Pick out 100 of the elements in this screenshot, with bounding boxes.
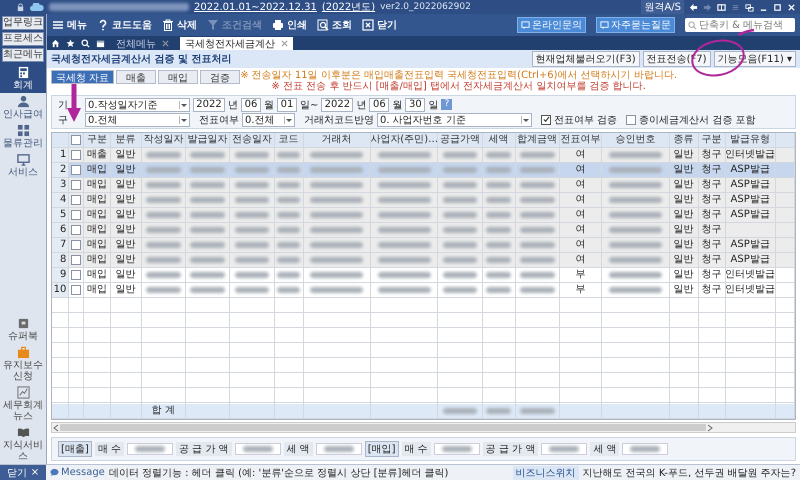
row-checkbox[interactable]	[71, 210, 82, 220]
type-dropdown[interactable]: 0.전체	[85, 112, 190, 126]
year-field[interactable]: 2022	[321, 98, 354, 112]
column-header[interactable]: 발급일자	[186, 133, 230, 147]
row-number: 8	[52, 253, 70, 267]
row-checkbox[interactable]	[71, 225, 82, 235]
toolbar-button[interactable]: 메뉴	[52, 18, 87, 32]
sub-tab[interactable]: 국세청 자료	[51, 70, 114, 84]
tab[interactable]: 전체메뉴	[111, 37, 174, 50]
redacted-text	[486, 287, 512, 293]
back-arrow-icon[interactable]	[689, 2, 698, 12]
row-checkbox[interactable]	[71, 285, 82, 295]
sidebar-item[interactable]: 서비스	[0, 151, 46, 180]
column-header[interactable]: 거래처	[304, 133, 371, 147]
sidebar-item[interactable]: 슈퍼북	[0, 315, 46, 344]
column-header[interactable]: 사업자(주민)…	[370, 133, 438, 147]
sidebar-item[interactable]: 회계	[0, 64, 46, 93]
sub-tab[interactable]: 매출	[116, 70, 156, 84]
support-button[interactable]: 온라인문의	[517, 17, 586, 33]
tab[interactable]: 국세청전자세금계산	[180, 37, 293, 50]
sidebar-item[interactable]: 인사급여	[0, 93, 46, 122]
column-header[interactable]: 분류	[110, 133, 142, 147]
column-header[interactable]: 전표여부	[560, 133, 602, 147]
row-checkbox[interactable]	[71, 165, 82, 175]
column-header[interactable]: 공급가액	[438, 133, 483, 147]
maximize-icon[interactable]	[773, 2, 782, 12]
toolbar-button[interactable]: 인쇄	[272, 18, 307, 32]
redacted-text	[442, 446, 472, 452]
layout-icon[interactable]	[717, 2, 726, 12]
search-field[interactable]: 단축키 & 메뉴검색	[685, 18, 795, 32]
sub-tab[interactable]: 검증	[200, 70, 240, 84]
column-header[interactable]: 발급유형	[726, 133, 776, 147]
filter-label: 기	[58, 98, 69, 112]
column-header[interactable]: 작성일자	[142, 133, 186, 147]
checkbox[interactable]	[626, 114, 636, 124]
home-icon[interactable]	[51, 39, 60, 48]
function-button[interactable]: 현재업체불러오기(F3)	[532, 51, 640, 67]
table-row[interactable]: 3 매입 일반 여 일반 청구 ASP발급	[52, 178, 795, 193]
sub-tab[interactable]: 매입	[158, 70, 198, 84]
table-row[interactable]: 8 매입 일반 여 일반 청구 ASP발급	[52, 253, 795, 268]
scrollbar-thumb[interactable]	[60, 424, 706, 431]
year-field[interactable]: 2022	[193, 98, 225, 112]
table-row[interactable]: 10 매입 일반 부 일반 청구 인터넷발급	[52, 283, 795, 298]
close-icon[interactable]	[162, 40, 169, 47]
column-header[interactable]: 합계금액	[516, 133, 560, 147]
sidebar-item[interactable]: 세무회계뉴스	[0, 384, 46, 424]
code-basis-dropdown[interactable]: 0. 사업자번호 기준	[377, 112, 532, 126]
quick-link-button[interactable]: 프로세스	[2, 32, 44, 46]
select-all-checkbox[interactable]	[71, 135, 82, 145]
star-icon[interactable]	[66, 39, 75, 48]
month-field[interactable]: 06	[369, 98, 390, 112]
toolbar-button[interactable]: 삭제	[162, 18, 197, 32]
row-checkbox[interactable]	[71, 180, 82, 190]
voucher-dropdown[interactable]: 0.전체	[242, 112, 295, 126]
row-checkbox[interactable]	[71, 240, 82, 250]
row-checkbox[interactable]	[71, 255, 82, 265]
column-header[interactable]: 구분	[84, 133, 111, 147]
table-row[interactable]: 5 매입 일반 여 일반 청구 ASP발급	[52, 208, 795, 223]
calendar-icon[interactable]	[96, 39, 105, 48]
table-row[interactable]: 7 매입 일반 여 일반 청구 ASP발급	[52, 238, 795, 253]
day-field[interactable]: 01	[277, 98, 297, 112]
toolbar-button[interactable]: 조회	[317, 18, 352, 32]
sidebar-item[interactable]: 물류관리	[0, 122, 46, 151]
table-row[interactable]: 2 매입 일반 여 일반 청구 ASP발급	[52, 163, 795, 178]
list-icon[interactable]	[731, 2, 740, 12]
toolbar-button[interactable]: 코드도움	[97, 18, 152, 32]
toolbar-button[interactable]: 닫기	[362, 18, 397, 32]
search-icon[interactable]	[81, 39, 90, 48]
redacted-text	[608, 197, 662, 203]
day-field[interactable]: 30	[405, 98, 426, 112]
forward-arrow-icon[interactable]	[703, 2, 712, 12]
column-header[interactable]: 세액	[482, 133, 516, 147]
period-basis-dropdown[interactable]: 0.작성일자기준	[85, 98, 190, 112]
remote-support-button[interactable]: 원격A/S	[641, 0, 684, 14]
row-checkbox[interactable]	[71, 150, 82, 160]
scroll-right-icon[interactable]	[706, 424, 714, 432]
quick-link-button[interactable]: 업무링크	[2, 16, 44, 30]
close-button[interactable]: 닫기 ×	[0, 465, 46, 480]
month-field[interactable]: 06	[241, 98, 261, 112]
horizontal-scrollbar[interactable]	[51, 422, 796, 433]
sidebar-item[interactable]: 유지보수신청	[0, 344, 46, 384]
table-cell: 일반	[670, 223, 699, 237]
table-row[interactable]: 9 매입 일반 부 일반 청구 인터넷발급	[52, 268, 795, 283]
table-row[interactable]: 6 매입 일반 여 일반 청구	[52, 223, 795, 238]
column-header[interactable]: 코드	[274, 133, 304, 147]
quick-link-button[interactable]: 최근메뉴	[2, 48, 44, 62]
row-checkbox[interactable]	[71, 195, 82, 205]
column-header[interactable]: 전송일자	[230, 133, 275, 147]
column-header[interactable]: 구분	[698, 133, 726, 147]
column-header[interactable]: 종류	[670, 133, 699, 147]
windows-icon[interactable]	[745, 2, 754, 12]
column-header[interactable]: 승인번호	[602, 133, 670, 147]
table-row[interactable]: 4 매입 일반 여 일반 청구 ASP발급	[52, 193, 795, 208]
scroll-left-icon[interactable]	[52, 424, 60, 432]
news-link[interactable]: 지난해도 전국의 K-푸드, 선두권 배달원 주자는?	[582, 466, 800, 480]
table-row[interactable]: 1 매출 일반 여 일반 청구 인터넷발급	[52, 148, 795, 163]
checkbox[interactable]	[541, 114, 551, 124]
sidebar-item[interactable]: 지식서비스	[0, 424, 46, 464]
support-button[interactable]: 자주묻는질문	[596, 17, 675, 33]
row-checkbox[interactable]	[71, 270, 82, 280]
